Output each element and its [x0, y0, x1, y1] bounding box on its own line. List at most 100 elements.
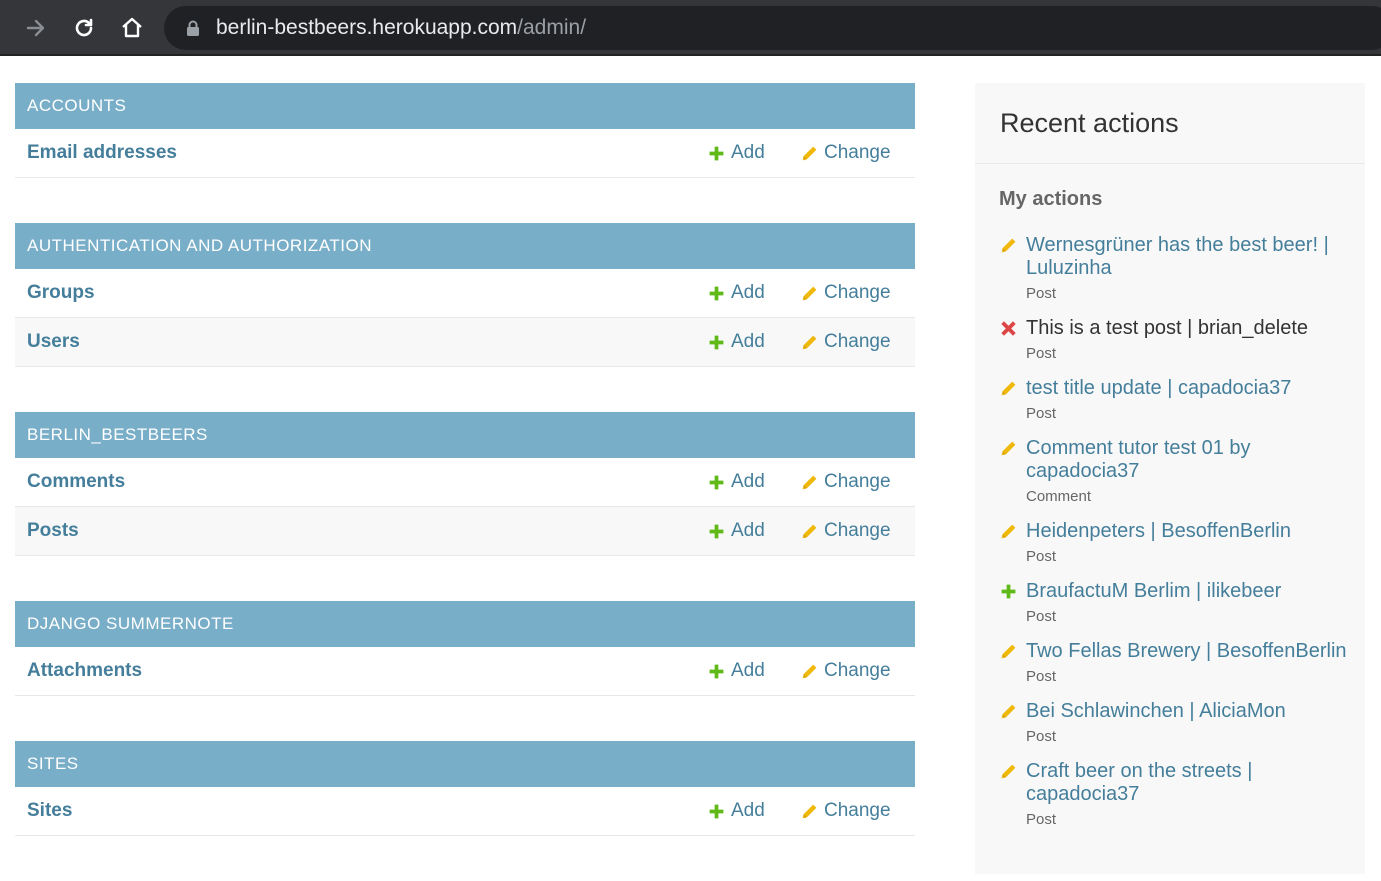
forward-icon[interactable] [20, 12, 52, 44]
url-host: berlin-bestbeers.herokuapp.com [216, 16, 518, 39]
url-path: /admin/ [517, 16, 587, 39]
action-title[interactable]: Comment tutor test 01 by capadocia37 [1026, 437, 1356, 483]
plus-icon [708, 285, 725, 302]
add-link[interactable]: Add [708, 282, 765, 304]
model-link[interactable]: Attachments [27, 660, 142, 682]
model-link[interactable]: Posts [27, 520, 79, 542]
add-link[interactable]: Add [708, 800, 765, 822]
lock-icon [184, 19, 202, 37]
change-link[interactable]: Change [801, 471, 891, 493]
plus-icon [708, 334, 725, 351]
change-label: Change [824, 800, 891, 821]
my-actions-heading: My actions [999, 188, 1103, 210]
pencil-icon [1000, 703, 1017, 725]
pencil-icon [801, 803, 818, 820]
action-title[interactable]: Wernesgrüner has the best beer! | Luluzi… [1026, 234, 1356, 280]
plus-icon [708, 474, 725, 491]
module-header[interactable]: AUTHENTICATION AND AUTHORIZATION [15, 223, 915, 269]
module-header[interactable]: DJANGO SUMMERNOTE [15, 601, 915, 647]
add-label: Add [731, 520, 765, 541]
model-link[interactable]: Comments [27, 471, 125, 493]
action-type: Post [1026, 728, 1057, 745]
pencil-icon [1000, 237, 1017, 259]
recent-actions-title: Recent actions [975, 83, 1365, 164]
plus-icon [708, 523, 725, 540]
plus-icon [708, 663, 725, 680]
module-header[interactable]: ACCOUNTS [15, 83, 915, 129]
action-type: Comment [1026, 488, 1092, 505]
add-link[interactable]: Add [708, 471, 765, 493]
add-label: Add [731, 282, 765, 303]
action-item: Comment tutor test 01 by capadocia37 Comm… [1000, 437, 1365, 506]
plus-icon [708, 145, 725, 162]
action-title[interactable]: Craft beer on the streets | capadocia37 [1026, 760, 1356, 806]
pencil-icon [1000, 523, 1017, 545]
add-label: Add [731, 471, 765, 492]
change-link[interactable]: Change [801, 142, 891, 164]
change-link[interactable]: Change [801, 331, 891, 353]
pencil-icon [801, 523, 818, 540]
model-link[interactable]: Sites [27, 800, 72, 822]
action-item: Bei Schlawinchen | AliciaMon Post [1000, 700, 1365, 746]
model-link[interactable]: Groups [27, 282, 95, 304]
model-link[interactable]: Users [27, 331, 80, 353]
pencil-icon [801, 474, 818, 491]
add-link[interactable]: Add [708, 660, 765, 682]
action-type: Post [1026, 285, 1057, 302]
action-type: Post [1026, 548, 1057, 565]
action-title[interactable]: BraufactuM Berlim | ilikebeer [1026, 580, 1356, 603]
change-link[interactable]: Change [801, 282, 891, 304]
add-label: Add [731, 660, 765, 681]
add-link[interactable]: Add [708, 331, 765, 353]
change-label: Change [824, 142, 891, 163]
model-link[interactable]: Email addresses [27, 142, 177, 164]
action-type: Post [1026, 345, 1057, 362]
change-label: Change [824, 282, 891, 303]
model-row-sites: Sites Add Change [15, 787, 915, 836]
change-label: Change [824, 520, 891, 541]
app-list: ACCOUNTS Email addresses Add Change AUTHENTI… [15, 83, 915, 881]
pencil-icon [1000, 380, 1017, 402]
add-link[interactable]: Add [708, 142, 765, 164]
module-header[interactable]: BERLIN_BESTBEERS [15, 412, 915, 458]
pencil-icon [801, 663, 818, 680]
action-type: Post [1026, 405, 1057, 422]
add-label: Add [731, 331, 765, 352]
action-item: test title update | capadocia37 Post [1000, 377, 1365, 423]
action-item: BraufactuM Berlim | ilikebeer Post [1000, 580, 1365, 626]
action-title[interactable]: Two Fellas Brewery | BesoffenBerlin [1026, 640, 1356, 663]
change-link[interactable]: Change [801, 660, 891, 682]
reload-icon[interactable] [68, 12, 100, 44]
home-icon[interactable] [116, 12, 148, 44]
action-item: Craft beer on the streets | capadocia37 P… [1000, 760, 1365, 829]
pencil-icon [1000, 643, 1017, 665]
pencil-icon [801, 334, 818, 351]
pencil-icon [1000, 440, 1017, 462]
change-label: Change [824, 331, 891, 352]
change-link[interactable]: Change [801, 800, 891, 822]
action-title[interactable]: test title update | capadocia37 [1026, 377, 1356, 400]
module-accounts: ACCOUNTS Email addresses Add Change [15, 83, 915, 178]
url-text: berlin-bestbeers.herokuapp.com/admin/ [216, 15, 586, 41]
pencil-icon [801, 145, 818, 162]
model-row-email-addresses: Email addresses Add Change [15, 129, 915, 178]
plus-icon [708, 803, 725, 820]
model-row-groups: Groups Add Change [15, 269, 915, 318]
actions-list: Wernesgrüner has the best beer! | Luluzi… [975, 234, 1365, 829]
action-title[interactable]: Bei Schlawinchen | AliciaMon [1026, 700, 1356, 723]
add-label: Add [731, 142, 765, 163]
module-sites: SITES Sites Add Change [15, 741, 915, 836]
change-link[interactable]: Change [801, 520, 891, 542]
change-label: Change [824, 471, 891, 492]
add-link[interactable]: Add [708, 520, 765, 542]
change-label: Change [824, 660, 891, 681]
module-berlin-bestbeers: BERLIN_BESTBEERS Comments Add Change Posts Ad… [15, 412, 915, 556]
module-header[interactable]: SITES [15, 741, 915, 787]
pencil-icon [1000, 763, 1017, 785]
action-type: Post [1026, 608, 1057, 625]
action-title[interactable]: Heidenpeters | BesoffenBerlin [1026, 520, 1356, 543]
module-authentication-and-authorization: AUTHENTICATION AND AUTHORIZATION Groups Ad… [15, 223, 915, 367]
action-item: This is a test post | brian_delete Post [1000, 317, 1365, 363]
add-label: Add [731, 800, 765, 821]
address-bar[interactable]: berlin-bestbeers.herokuapp.com/admin/ [164, 6, 1381, 50]
